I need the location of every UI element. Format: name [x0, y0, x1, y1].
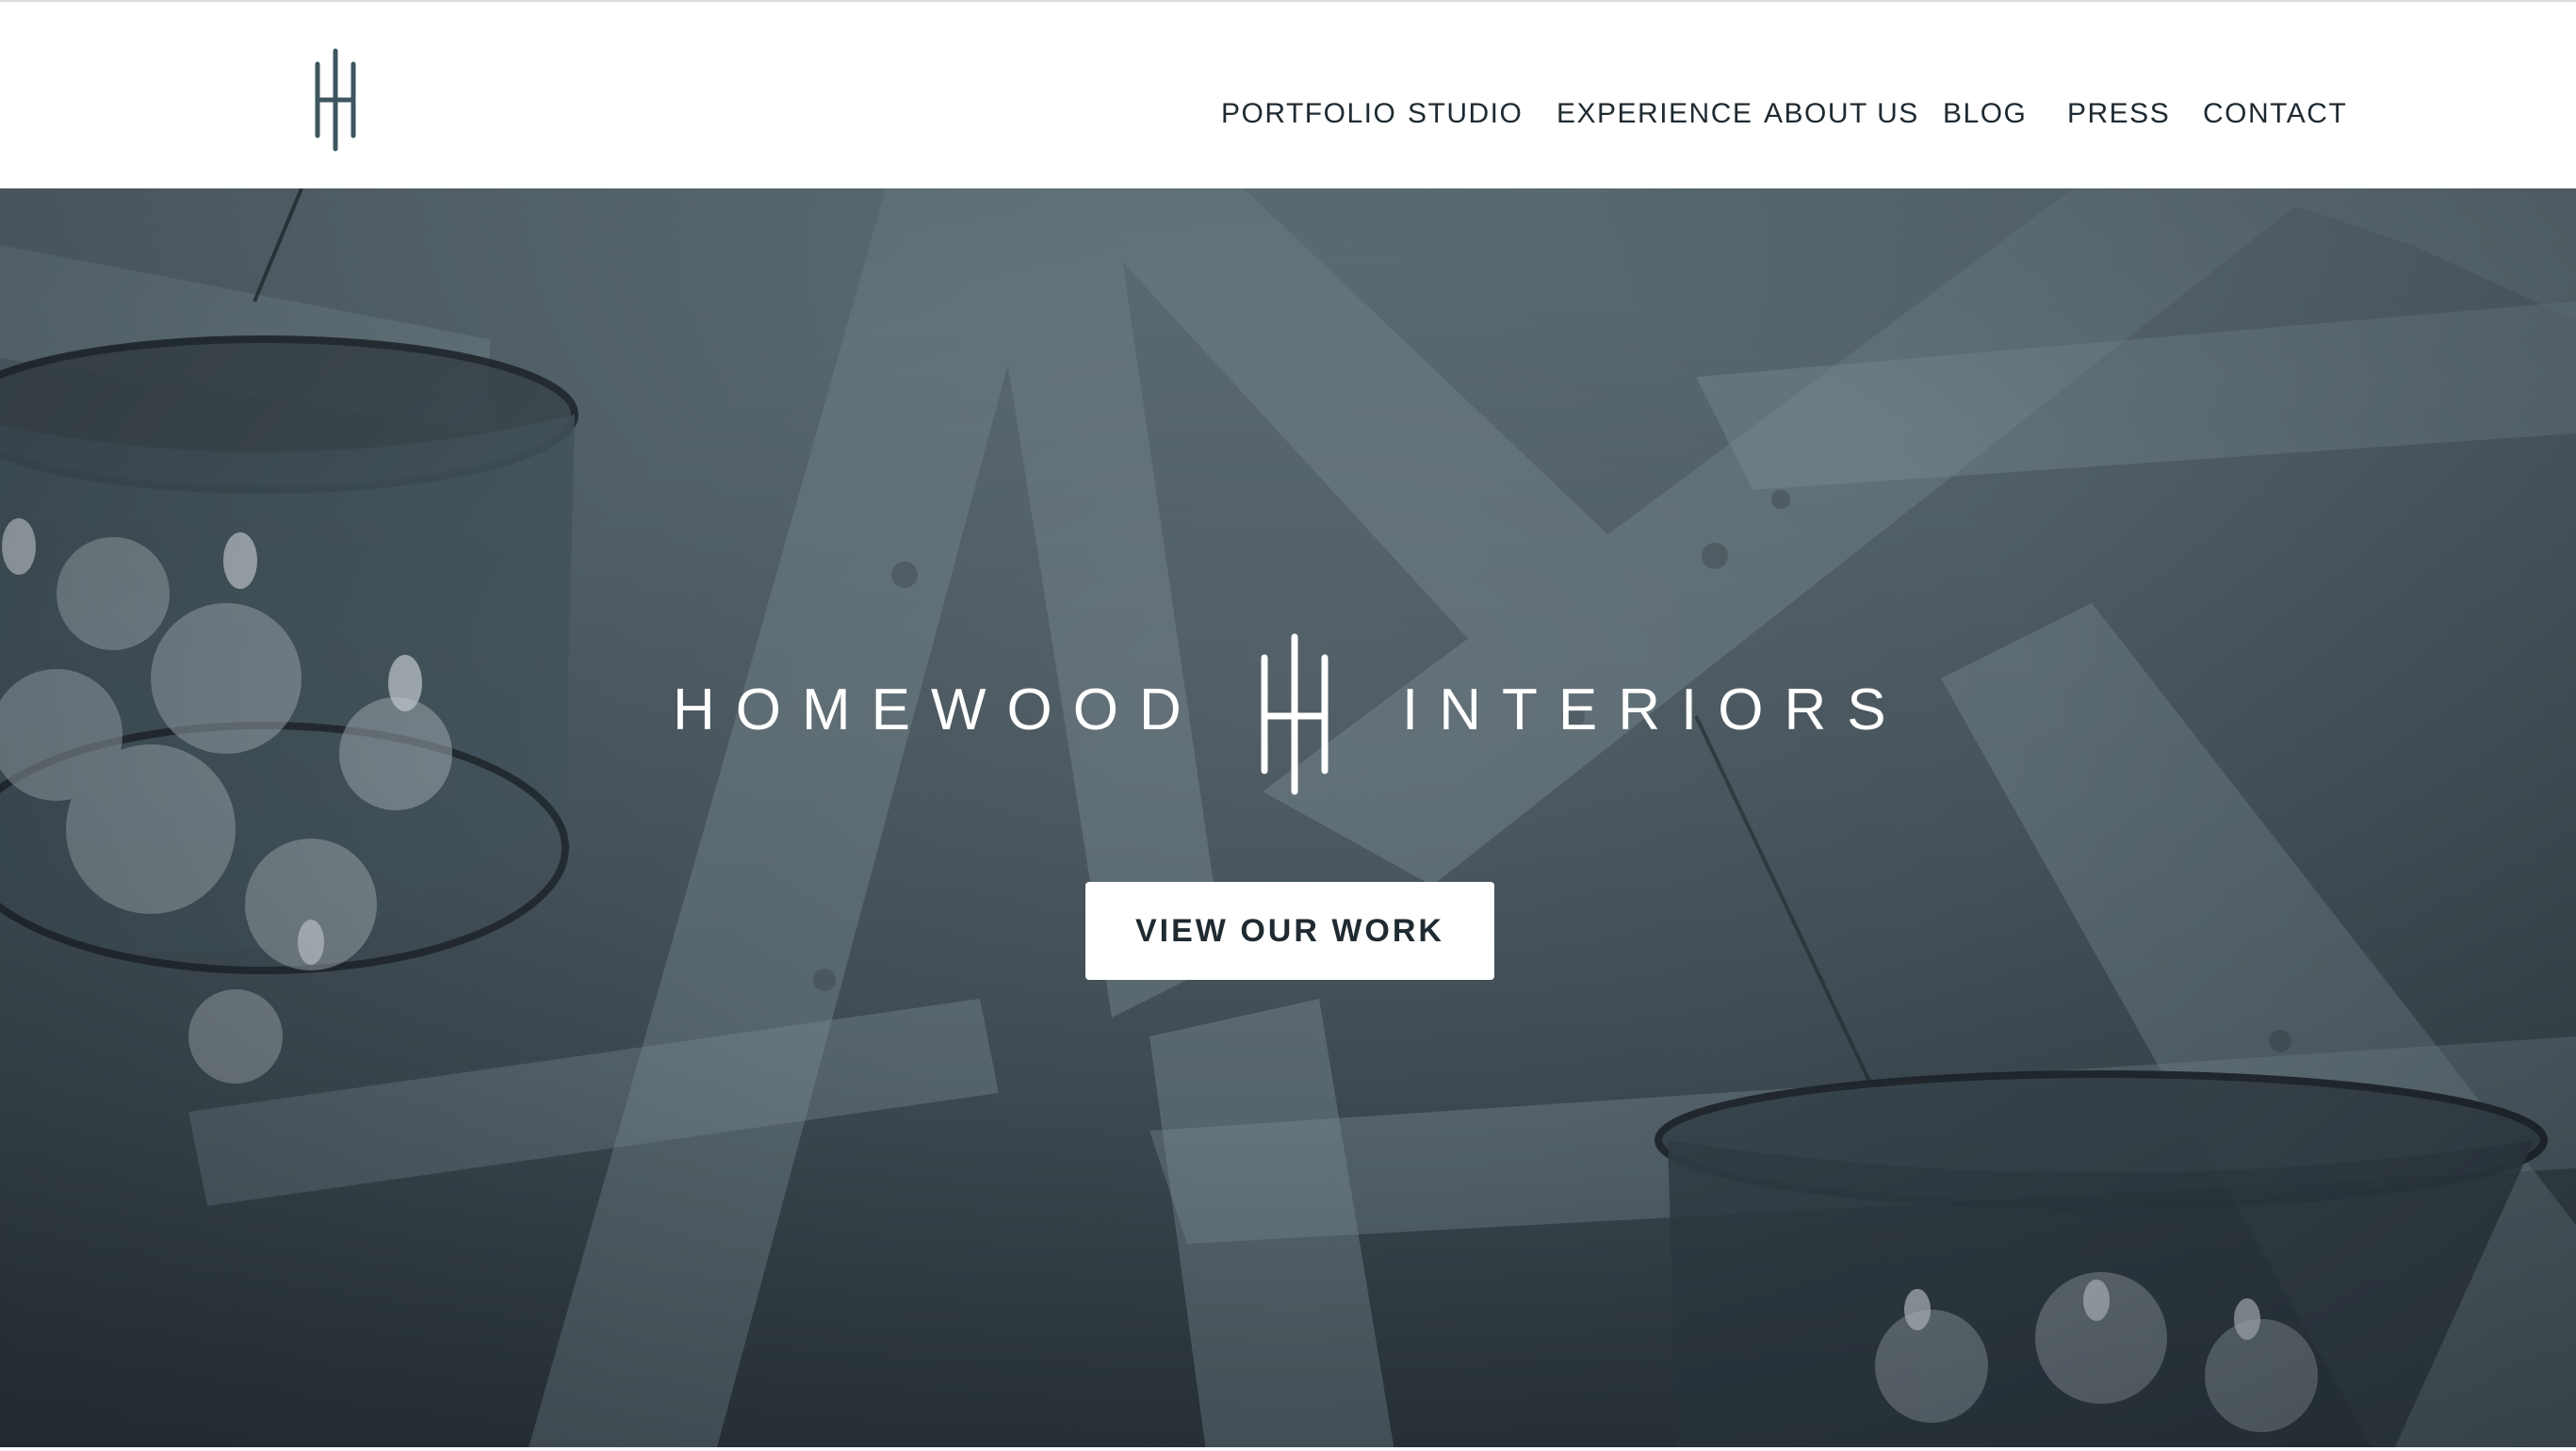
brand-lockup: HOMEWOOD INTERIORS: [0, 624, 2576, 795]
main-nav: PORTFOLIO STUDIO EXPERIENCE ABOUT US BLO…: [0, 98, 2576, 136]
brand-name-left: HOMEWOOD: [673, 677, 1202, 742]
view-our-work-button[interactable]: VIEW OUR WORK: [1085, 882, 1494, 980]
brand-name-right: INTERIORS: [1402, 677, 1907, 742]
page-bottom-edge: [0, 1447, 2576, 1451]
nav-experience[interactable]: EXPERIENCE: [1557, 98, 1753, 130]
nav-studio[interactable]: STUDIO: [1408, 98, 1523, 130]
nav-about-us[interactable]: ABOUT US: [1764, 98, 1919, 130]
site-header: PORTFOLIO STUDIO EXPERIENCE ABOUT US BLO…: [0, 0, 2576, 188]
hero-overlay: [0, 188, 2576, 1451]
nav-press[interactable]: PRESS: [2067, 98, 2170, 130]
nav-contact[interactable]: CONTACT: [2203, 98, 2347, 130]
hh-monogram-icon: [1261, 633, 1329, 795]
nav-blog[interactable]: BLOG: [1943, 98, 2027, 130]
hero-section: [0, 188, 2576, 1451]
nav-portfolio[interactable]: PORTFOLIO: [1221, 98, 1396, 130]
page: PORTFOLIO STUDIO EXPERIENCE ABOUT US BLO…: [0, 0, 2576, 1451]
